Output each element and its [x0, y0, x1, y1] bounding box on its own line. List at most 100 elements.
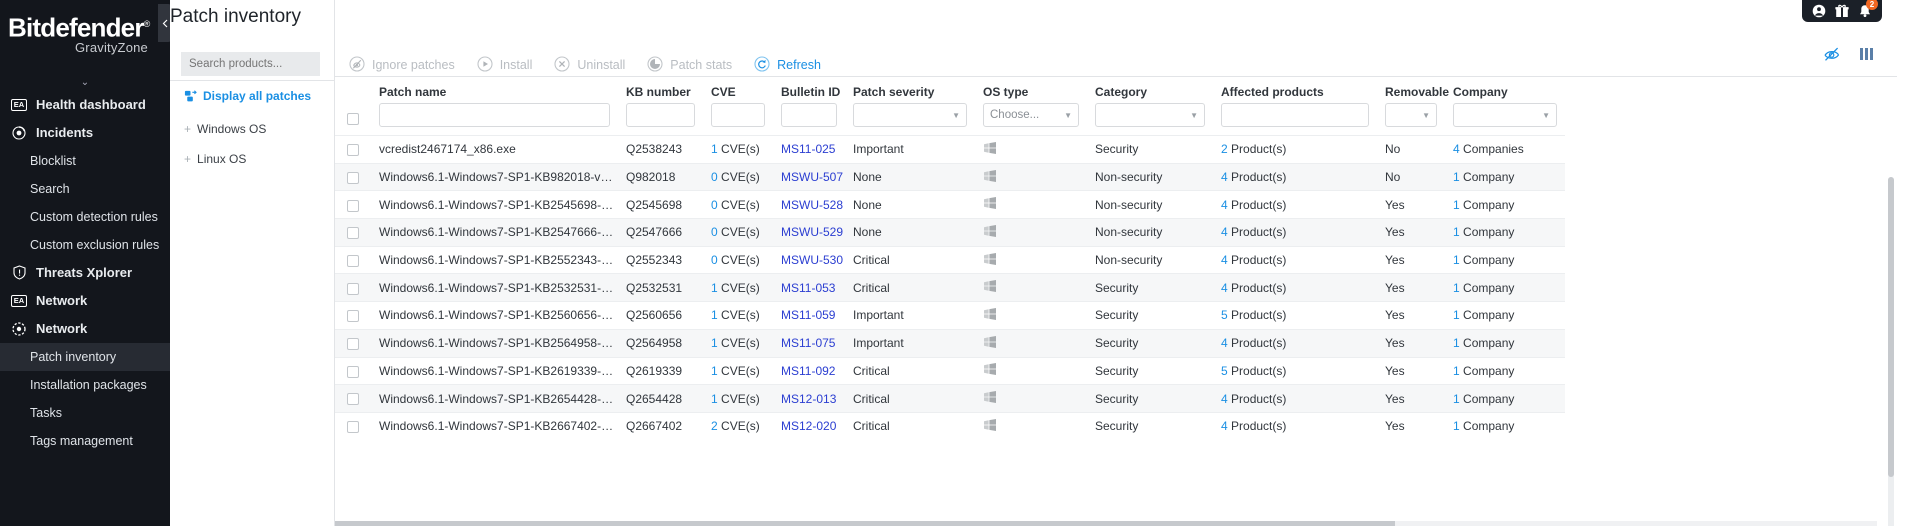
table-row[interactable]: Windows6.1-Windows7-SP1-KB982018-v3-x64.…: [335, 163, 1565, 191]
sidebar-item-tasks[interactable]: Tasks: [0, 399, 170, 427]
filter-select-category[interactable]: ▼: [1095, 103, 1205, 127]
row-checkbox[interactable]: [347, 310, 359, 323]
cell-bulletin-id[interactable]: MSWU-528: [773, 191, 845, 219]
cell-company[interactable]: 1 Company: [1445, 219, 1565, 247]
expand-plus-icon[interactable]: +: [184, 122, 191, 136]
column-header-os-type[interactable]: OS type: [975, 77, 1087, 103]
cell-company[interactable]: 1 Company: [1445, 274, 1565, 302]
cell-cve[interactable]: 0 CVE(s): [703, 246, 773, 274]
filter-input-affected-products[interactable]: [1221, 103, 1369, 127]
filter-input-kb-number[interactable]: [626, 103, 695, 127]
cell-company[interactable]: 1 Company: [1445, 163, 1565, 191]
column-header-bulletin-id[interactable]: Bulletin ID: [773, 77, 845, 103]
column-header-kb-number[interactable]: KB number: [618, 77, 703, 103]
nav-scroll-up-arrow[interactable]: ⌄: [0, 77, 170, 91]
column-header-patch-severity[interactable]: Patch severity: [845, 77, 975, 103]
sidebar-collapse-toggle[interactable]: [158, 4, 170, 42]
sidebar-item-incidents[interactable]: Incidents: [0, 119, 170, 147]
filter-select-removable[interactable]: ▼: [1385, 103, 1437, 127]
cell-cve[interactable]: 1 CVE(s): [703, 357, 773, 385]
column-header-company[interactable]: Company: [1445, 77, 1565, 103]
cell-bulletin-id[interactable]: MSWU-530: [773, 246, 845, 274]
bell-icon[interactable]: 2: [1858, 0, 1878, 18]
row-checkbox[interactable]: [347, 227, 359, 240]
cell-company[interactable]: 1 Company: [1445, 329, 1565, 357]
cell-cve[interactable]: 1 CVE(s): [703, 302, 773, 330]
cell-affected-products[interactable]: 4 Product(s): [1213, 246, 1377, 274]
filter-select-os-type[interactable]: Choose... ▼: [983, 103, 1079, 127]
cell-company[interactable]: 1 Company: [1445, 302, 1565, 330]
cell-bulletin-id[interactable]: MS11-025: [773, 136, 845, 164]
cell-cve[interactable]: 2 CVE(s): [703, 412, 773, 440]
cell-company[interactable]: 1 Company: [1445, 385, 1565, 413]
row-checkbox[interactable]: [347, 365, 359, 378]
filter-select-company[interactable]: ▼: [1453, 103, 1557, 127]
sidebar-item-network-ea[interactable]: EA Network: [0, 287, 170, 315]
sidebar-item-patch-inventory[interactable]: Patch inventory: [0, 342, 170, 371]
patch-stats-button[interactable]: Patch stats: [647, 55, 732, 75]
table-row[interactable]: Windows6.1-Windows7-SP1-KB2547666-x64.ms…: [335, 218, 1565, 247]
cell-bulletin-id[interactable]: MS11-053: [773, 274, 845, 302]
cell-bulletin-id[interactable]: MS11-059: [773, 302, 845, 330]
cell-company[interactable]: 1 Company: [1445, 191, 1565, 219]
row-checkbox[interactable]: [347, 199, 359, 212]
row-checkbox[interactable]: [347, 421, 359, 434]
column-header-patch-name[interactable]: Patch name: [371, 77, 618, 103]
cell-affected-products[interactable]: 4 Product(s): [1213, 274, 1377, 302]
cell-cve[interactable]: 0 CVE(s): [703, 191, 773, 219]
table-row[interactable]: Windows6.1-Windows7-SP1-KB2560656-x64.ms…: [335, 301, 1565, 330]
cell-affected-products[interactable]: 5 Product(s): [1213, 357, 1377, 385]
cell-company[interactable]: 1 Company: [1445, 412, 1565, 440]
hide-ignored-icon[interactable]: [1823, 46, 1841, 62]
row-checkbox[interactable]: [347, 282, 359, 295]
vertical-scrollbar-thumb[interactable]: [1888, 177, 1894, 477]
cell-bulletin-id[interactable]: MS12-020: [773, 412, 845, 440]
cell-company[interactable]: 1 Company: [1445, 246, 1565, 274]
row-checkbox[interactable]: [347, 393, 359, 406]
cell-affected-products[interactable]: 5 Product(s): [1213, 302, 1377, 330]
display-all-patches-link[interactable]: Display all patches: [184, 89, 311, 103]
cell-affected-products[interactable]: 4 Product(s): [1213, 191, 1377, 219]
columns-icon[interactable]: [1859, 47, 1875, 61]
uninstall-button[interactable]: Uninstall: [554, 55, 625, 75]
cell-cve[interactable]: 1 CVE(s): [703, 136, 773, 164]
cell-bulletin-id[interactable]: MSWU-529: [773, 219, 845, 247]
filter-input-bulletin-id[interactable]: [781, 103, 837, 127]
gift-icon[interactable]: [1835, 4, 1849, 18]
cell-cve[interactable]: 0 CVE(s): [703, 219, 773, 247]
cell-affected-products[interactable]: 4 Product(s): [1213, 329, 1377, 357]
table-row[interactable]: Windows6.1-Windows7-SP1-KB2667402-x64.ms…: [335, 412, 1565, 440]
select-all-checkbox[interactable]: [347, 112, 359, 125]
filter-input-cve[interactable]: [711, 103, 765, 127]
column-header-affected-products[interactable]: Affected products: [1213, 77, 1377, 103]
horizontal-scrollbar[interactable]: [335, 521, 1877, 526]
sidebar-item-blocklist[interactable]: Blocklist: [0, 147, 170, 175]
cell-bulletin-id[interactable]: MS11-075: [773, 329, 845, 357]
horizontal-scrollbar-thumb[interactable]: [335, 521, 1395, 526]
table-row[interactable]: Windows6.1-Windows7-SP1-KB2532531-x64.ms…: [335, 273, 1565, 302]
sidebar-item-installation-packages[interactable]: Installation packages: [0, 371, 170, 399]
row-drag-handle[interactable]: [335, 445, 336, 467]
refresh-button[interactable]: Refresh: [754, 55, 821, 75]
cell-bulletin-id[interactable]: MS11-092: [773, 357, 845, 385]
sidebar-item-network[interactable]: Network: [0, 315, 170, 343]
table-row[interactable]: Windows6.1-Windows7-SP1-KB2654428-x64.ms…: [335, 384, 1565, 413]
sidebar-item-search[interactable]: Search: [0, 175, 170, 203]
sidebar-item-custom-detection-rules[interactable]: Custom detection rules: [0, 203, 170, 231]
row-checkbox[interactable]: [347, 171, 359, 184]
expand-plus-icon[interactable]: +: [184, 152, 191, 166]
table-row[interactable]: Windows6.1-Windows7-SP1-KB2564958-x64.ms…: [335, 329, 1565, 357]
column-header-category[interactable]: Category: [1087, 77, 1213, 103]
tree-item-windows-os[interactable]: + Windows OS: [184, 122, 266, 136]
cell-company[interactable]: 1 Company: [1445, 357, 1565, 385]
user-account-icon[interactable]: [1812, 4, 1826, 18]
row-checkbox[interactable]: [347, 144, 359, 157]
column-header-cve[interactable]: CVE: [703, 77, 773, 103]
install-button[interactable]: Install: [477, 55, 532, 75]
table-row[interactable]: Windows6.1-Windows7-SP1-KB2552343-x64.ms…: [335, 246, 1565, 274]
row-checkbox[interactable]: [347, 254, 359, 267]
cell-cve[interactable]: 0 CVE(s): [703, 163, 773, 191]
filter-input-patch-name[interactable]: [379, 103, 610, 127]
cell-affected-products[interactable]: 4 Product(s): [1213, 219, 1377, 247]
sidebar-item-threats-xplorer[interactable]: Threats Xplorer: [0, 259, 170, 287]
